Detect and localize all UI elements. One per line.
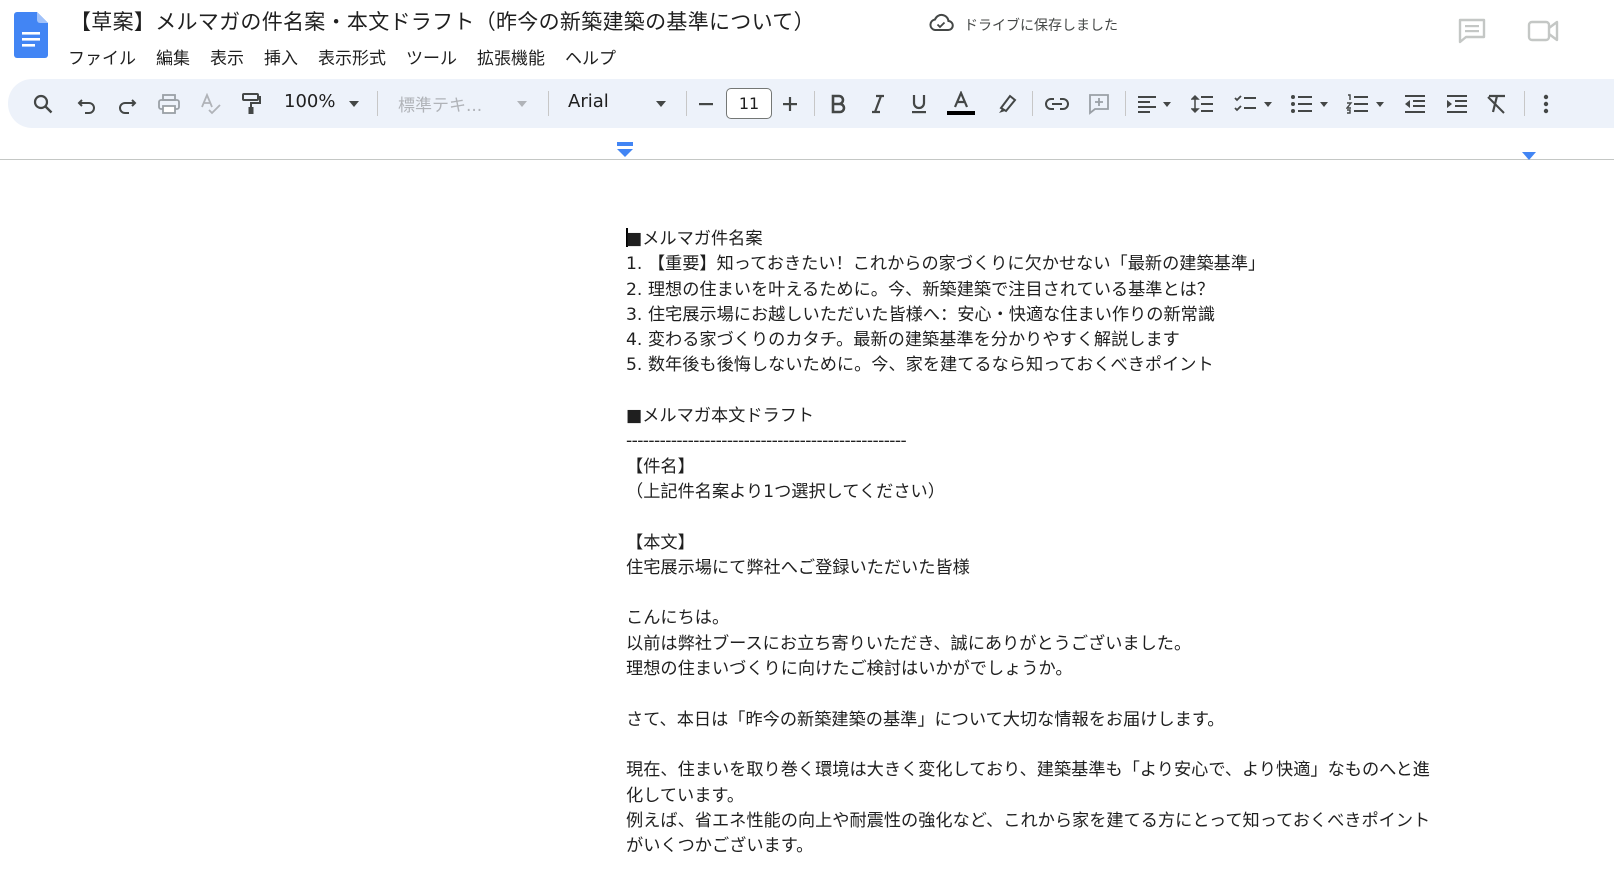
increase-indent-icon[interactable] <box>1442 79 1472 128</box>
body-text-line: さて、本日は「昨今の新築建築の基準」について大切な情報をお届けします。 <box>626 709 1225 730</box>
checklist-icon[interactable] <box>1232 79 1276 128</box>
body-text-line: こんにちは。 <box>626 608 730 629</box>
toolbar-divider <box>1524 91 1525 116</box>
spellcheck-icon[interactable] <box>196 79 226 128</box>
paragraph-style-select[interactable]: 標準テキ... <box>398 91 482 116</box>
numbered-list-icon[interactable] <box>1344 79 1388 128</box>
toolbar-divider <box>1032 91 1033 116</box>
highlight-icon[interactable] <box>992 79 1020 128</box>
link-icon[interactable] <box>1042 79 1072 128</box>
subject-option: 4. 変わる家づくりのカタチ。最新の建築基準を分かりやすく解説します <box>626 330 1180 351</box>
menu-file[interactable]: ファイル <box>58 42 146 71</box>
toolbar-divider <box>1125 91 1126 116</box>
print-icon[interactable] <box>154 79 184 128</box>
menu-extensions[interactable]: 拡張機能 <box>467 42 555 71</box>
document-title[interactable]: 【草案】メルマガの件名案・本文ドラフト（昨今の新築建築の基準について） <box>70 6 815 36</box>
undo-icon[interactable] <box>72 79 102 128</box>
section-heading-subjects: ■メルマガ件名案 <box>626 228 763 249</box>
body-text-line: 化しています。 <box>626 785 745 806</box>
align-icon[interactable] <box>1134 79 1176 128</box>
zoom-dropdown-icon[interactable] <box>344 79 364 128</box>
search-icon[interactable] <box>28 79 58 128</box>
cloud-saved-icon <box>928 13 954 37</box>
bulleted-list-icon[interactable] <box>1288 79 1332 128</box>
subject-option: 1. 【重要】知っておきたい！これからの家づくりに欠かせない「最新の建築基準」 <box>626 254 1266 275</box>
body-text-line: 現在、住まいを取り巻く環境は大きく変化しており、建築基準も「より安心で、より快適… <box>626 760 1430 781</box>
body-text-line: 理想の住まいづくりに向けたご検討はいかがでしょうか。 <box>626 659 1073 680</box>
subject-option: 2. 理想の住まいを叶えるために。今、新築建築で注目されている基準とは？ <box>626 279 1215 300</box>
subject-label: 【件名】 <box>626 456 695 477</box>
ruler <box>0 136 1614 160</box>
toolbar-divider <box>814 91 815 116</box>
style-dropdown-icon[interactable] <box>512 79 532 128</box>
menu-bar: ファイル 編集 表示 挿入 表示形式 ツール 拡張機能 ヘルプ <box>58 42 626 71</box>
bold-icon[interactable] <box>824 79 852 128</box>
right-indent-marker[interactable] <box>1521 146 1537 160</box>
underline-icon[interactable] <box>905 79 933 128</box>
comments-icon[interactable] <box>1456 17 1488 45</box>
menu-help[interactable]: ヘルプ <box>555 42 626 71</box>
text-divider: ----------------------------------------… <box>626 431 907 452</box>
document-page[interactable]: ■メルマガ件名案 1. 【重要】知っておきたい！これからの家づくりに欠かせない「… <box>0 161 1614 883</box>
menu-insert[interactable]: 挿入 <box>254 42 308 71</box>
menu-format[interactable]: 表示形式 <box>308 42 396 71</box>
menu-view[interactable]: 表示 <box>200 42 254 71</box>
body-text-line: 例えば、省エネ性能の向上や耐震性の強化など、これから家を建てる方にとって知ってお… <box>626 810 1431 831</box>
decrease-font-size-icon[interactable] <box>694 79 718 128</box>
menu-tools[interactable]: ツール <box>396 42 467 71</box>
subject-option: 3. 住宅展示場にお越しいただいた皆様へ：安心・快適な住まい作りの新常識 <box>626 304 1216 325</box>
font-dropdown-icon[interactable] <box>651 79 671 128</box>
more-icon[interactable] <box>1534 79 1558 128</box>
toolbar-divider <box>686 91 687 116</box>
redo-icon[interactable] <box>112 79 142 128</box>
left-indent-marker[interactable] <box>616 142 634 158</box>
body-text-line: 以前は弊社ブースにお立ち寄りいただき、誠にありがとうございました。 <box>626 633 1192 654</box>
section-heading-draft: ■メルマガ本文ドラフト <box>626 406 815 427</box>
save-status-label: ドライブに保存しました <box>964 18 1118 34</box>
font-size-input[interactable]: 11 <box>726 88 772 119</box>
body-label: 【本文】 <box>626 532 695 553</box>
google-docs-icon[interactable] <box>14 12 48 58</box>
text-color-icon[interactable] <box>946 79 976 128</box>
zoom-value[interactable]: 100% <box>284 91 335 112</box>
body-text-line: がいくつかございます。 <box>626 836 814 857</box>
save-status[interactable]: ドライブに保存しました <box>928 13 1118 37</box>
font-select[interactable]: Arial <box>568 91 609 112</box>
increase-font-size-icon[interactable] <box>778 79 802 128</box>
add-comment-icon[interactable] <box>1084 79 1114 128</box>
subject-option: 5. 数年後も後悔しないために。今、家を建てるなら知っておくべきポイント <box>626 355 1214 376</box>
decrease-indent-icon[interactable] <box>1400 79 1430 128</box>
body-text-line: 住宅展示場にて弊社へご登録いただいた皆様 <box>626 557 970 578</box>
toolbar-divider <box>377 91 378 116</box>
document-body[interactable]: ■メルマガ件名案 1. 【重要】知っておきたい！これからの家づくりに欠かせない「… <box>626 227 1536 859</box>
meet-icon[interactable] <box>1526 17 1560 45</box>
toolbar: 100% 標準テキ... Arial 11 <box>8 79 1614 128</box>
paint-format-icon[interactable] <box>236 79 266 128</box>
toolbar-divider <box>548 91 549 116</box>
line-spacing-icon[interactable] <box>1188 79 1218 128</box>
italic-icon[interactable] <box>864 79 892 128</box>
title-bar: 【草案】メルマガの件名案・本文ドラフト（昨今の新築建築の基準について） ドライブ… <box>0 0 1614 78</box>
menu-edit[interactable]: 編集 <box>146 42 200 71</box>
clear-formatting-icon[interactable] <box>1482 79 1512 128</box>
subject-instruction: （上記件名案より1つ選択してください） <box>626 481 945 502</box>
